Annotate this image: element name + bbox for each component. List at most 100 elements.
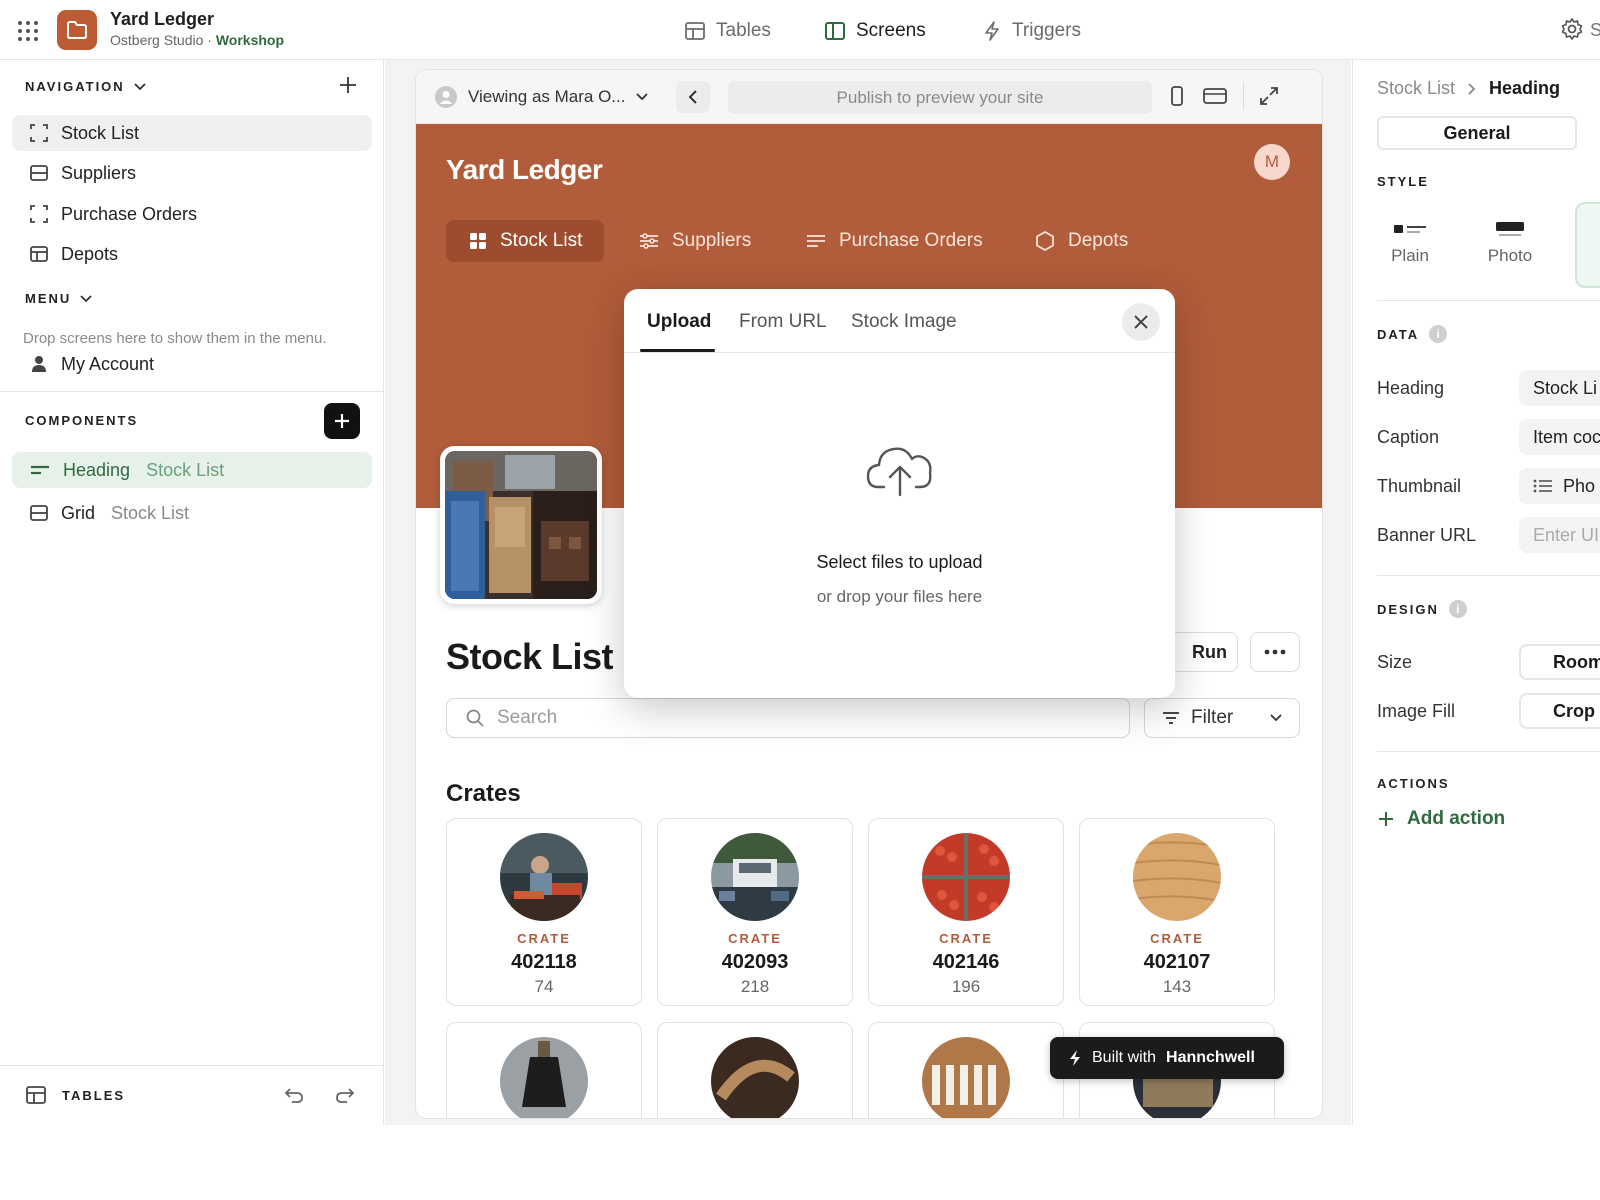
site-nav-suppliers[interactable]: Suppliers xyxy=(616,220,773,262)
crate-card[interactable] xyxy=(446,1022,642,1118)
built-with-badge[interactable]: Built with Hannchwell xyxy=(1050,1037,1284,1079)
tablet-view-icon[interactable] xyxy=(1202,86,1228,106)
settings-gear-icon[interactable] xyxy=(1560,17,1584,41)
redo-icon[interactable] xyxy=(334,1085,356,1105)
plus-icon xyxy=(1377,810,1395,828)
thumbnail-field[interactable]: Pho xyxy=(1519,468,1600,504)
crate-card[interactable] xyxy=(657,1022,853,1118)
caption-field-value: Item coc xyxy=(1533,426,1600,447)
more-options-button[interactable] xyxy=(1250,632,1300,672)
menu-section-title[interactable]: MENU xyxy=(25,291,93,306)
tables-footer-label[interactable]: TABLES xyxy=(62,1088,125,1103)
expand-icon[interactable] xyxy=(1258,85,1280,107)
field-label-banner-url: Banner URL xyxy=(1377,525,1477,545)
sidebar-item-depots[interactable]: Depots xyxy=(12,236,372,272)
crate-card[interactable] xyxy=(868,1022,1064,1118)
mobile-view-icon[interactable] xyxy=(1170,85,1184,107)
style-option-selected-partial[interactable] xyxy=(1575,202,1600,288)
chevron-down-icon xyxy=(1269,713,1283,723)
close-button[interactable] xyxy=(1122,303,1160,341)
thumbnail-field-value: Pho xyxy=(1563,475,1596,496)
breadcrumb-parent[interactable]: Stock List xyxy=(1377,78,1455,99)
info-icon[interactable]: i xyxy=(1448,600,1467,618)
field-label-size: Size xyxy=(1377,652,1413,672)
hexagon-icon xyxy=(1034,230,1056,252)
actions-title-text: ACTIONS xyxy=(1377,776,1450,791)
site-title[interactable]: Yard Ledger xyxy=(446,154,603,186)
undo-icon[interactable] xyxy=(283,1085,305,1105)
data-title-text: DATA xyxy=(1377,326,1420,342)
app-logo[interactable] xyxy=(57,10,97,50)
site-nav-label: Purchase Orders xyxy=(839,230,983,251)
style-option-plain[interactable]: Plain xyxy=(1365,212,1455,266)
back-button[interactable] xyxy=(676,81,710,113)
plus-icon xyxy=(333,412,351,430)
site-nav-depots[interactable]: Depots xyxy=(1012,220,1150,262)
tables-icon[interactable] xyxy=(25,1084,47,1106)
card-tag: CRATE xyxy=(1150,931,1204,946)
cloud-upload-icon[interactable] xyxy=(864,439,936,499)
preview-toolbar: Viewing as Mara O... Publish to preview … xyxy=(416,70,1322,124)
modal-tab-stock-image[interactable]: Stock Image xyxy=(851,311,957,333)
add-action-button[interactable]: Add action xyxy=(1377,808,1505,830)
modal-tab-upload[interactable]: Upload xyxy=(647,311,711,333)
app-workspace[interactable]: Ostberg Studio · Workshop xyxy=(110,32,284,48)
viewing-as-label: Viewing as Mara O... xyxy=(468,87,626,106)
sidebar-item-stock-list[interactable]: Stock List xyxy=(12,115,372,151)
publish-url-bar[interactable]: Publish to preview your site xyxy=(728,81,1152,114)
info-icon[interactable]: i xyxy=(1429,325,1448,343)
sidebar-item-label: Suppliers xyxy=(61,162,137,183)
navigation-section-title[interactable]: NAVIGATION xyxy=(25,79,147,94)
crate-card[interactable]: CRATE 402107 143 xyxy=(1079,818,1275,1006)
crate-card[interactable]: CRATE 402093 218 xyxy=(657,818,853,1006)
add-action-label: Add action xyxy=(1407,808,1506,829)
image-fill-select[interactable]: Crop xyxy=(1519,693,1600,729)
table-screen-icon xyxy=(29,163,49,183)
page-heading[interactable]: Stock List xyxy=(446,636,614,678)
settings-label[interactable]: S xyxy=(1590,20,1600,41)
apps-grid-icon[interactable] xyxy=(16,19,40,43)
tab-screens[interactable]: Screens xyxy=(824,18,926,44)
add-component-button[interactable] xyxy=(324,403,360,439)
list-icon xyxy=(1533,478,1553,494)
crate-card[interactable]: CRATE 402118 74 xyxy=(446,818,642,1006)
modal-tab-from-url[interactable]: From URL xyxy=(739,311,827,333)
crate-card[interactable]: CRATE 402146 196 xyxy=(868,818,1064,1006)
design-title-text: DESIGN xyxy=(1377,601,1439,617)
crate-thumbnail xyxy=(1133,833,1221,921)
chevron-left-icon xyxy=(687,89,699,105)
avatar[interactable]: M xyxy=(1254,144,1290,180)
modal-divider xyxy=(624,352,1175,353)
components-section-title: COMPONENTS xyxy=(25,413,138,428)
tab-triggers[interactable]: Triggers xyxy=(982,18,1081,44)
sidebar-item-purchase-orders[interactable]: Purchase Orders xyxy=(12,196,372,232)
workspace-name: Workshop xyxy=(215,32,285,48)
grid-component-icon xyxy=(29,503,49,523)
component-item-heading[interactable]: Heading Stock List xyxy=(12,452,372,488)
component-item-grid[interactable]: Grid Stock List xyxy=(12,495,372,531)
site-nav-label: Depots xyxy=(1068,230,1129,251)
tab-tables[interactable]: Tables xyxy=(684,18,771,44)
card-quantity: 74 xyxy=(534,977,554,996)
site-nav-purchase-orders[interactable]: Purchase Orders xyxy=(783,220,1005,262)
search-input[interactable]: Search xyxy=(446,698,1130,738)
add-screen-plus-icon[interactable] xyxy=(338,75,358,95)
heading-field[interactable]: Stock Li xyxy=(1519,370,1600,406)
heading-icon xyxy=(29,460,51,480)
caption-field[interactable]: Item coc xyxy=(1519,419,1600,455)
viewing-as-selector[interactable]: Viewing as Mara O... xyxy=(434,82,649,112)
size-select[interactable]: Room xyxy=(1519,644,1600,680)
style-option-photo[interactable]: Photo xyxy=(1465,212,1555,266)
component-label: Grid xyxy=(61,502,96,523)
menu-item-my-account[interactable]: My Account xyxy=(12,346,372,382)
left-sidebar: NAVIGATION Stock List Suppliers Purchase… xyxy=(0,60,384,1125)
filter-button[interactable]: Filter xyxy=(1144,698,1300,738)
site-nav-stock-list[interactable]: Stock List xyxy=(446,220,605,262)
sidebar-item-suppliers[interactable]: Suppliers xyxy=(12,155,372,191)
heading-thumbnail-image[interactable] xyxy=(440,446,602,604)
crate-thumbnail xyxy=(500,1037,588,1118)
chevron-down-icon xyxy=(133,82,147,92)
banner-url-field[interactable]: Enter UI xyxy=(1519,517,1600,553)
close-icon xyxy=(1132,313,1150,331)
tab-general[interactable]: General xyxy=(1377,116,1577,150)
